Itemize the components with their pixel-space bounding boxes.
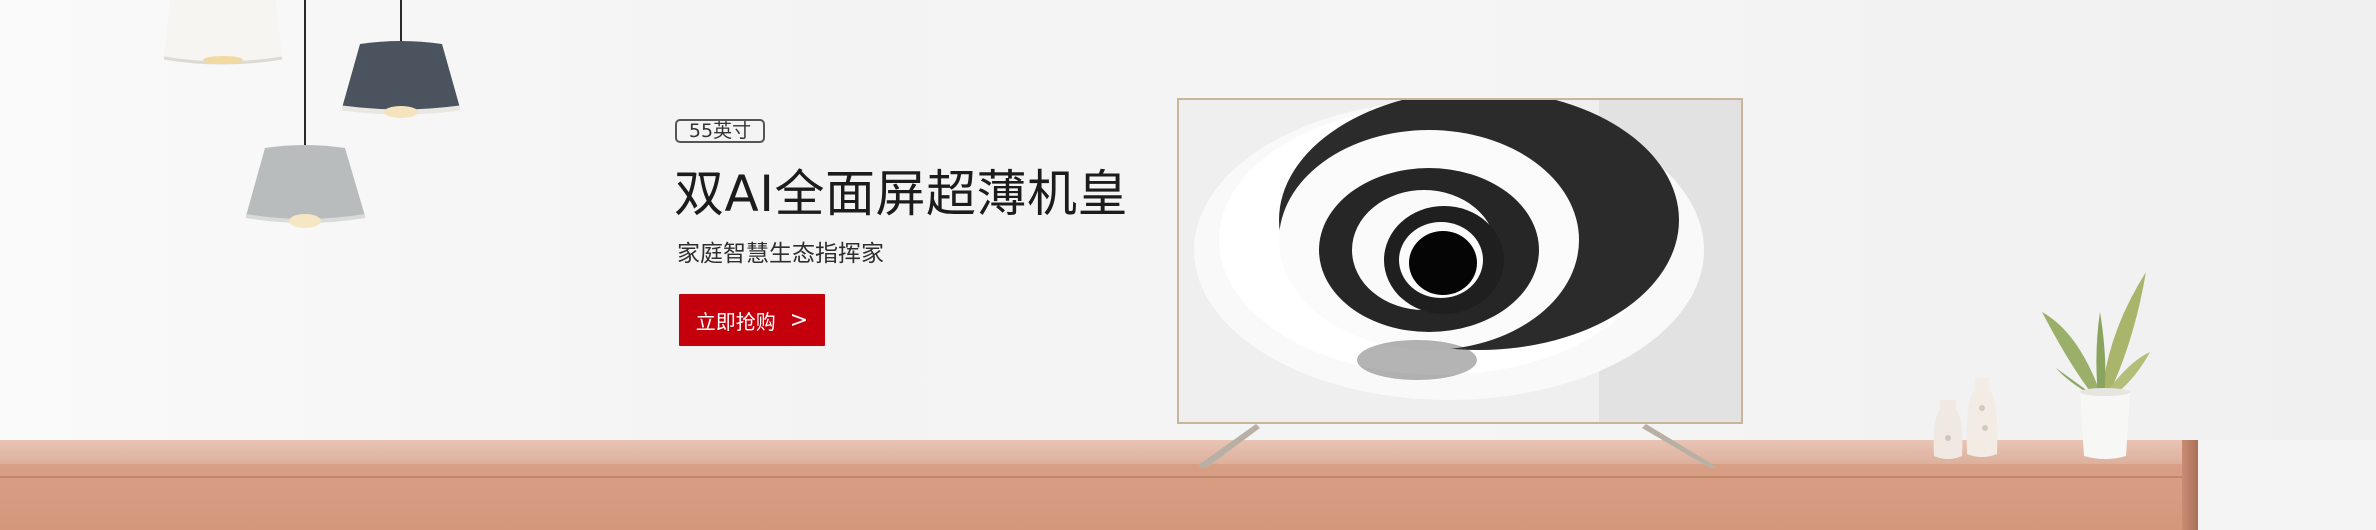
tv-stand-left <box>1198 424 1260 468</box>
tv-screen-image <box>1179 100 1741 422</box>
sideboard-seam <box>0 476 2198 478</box>
vase-tall <box>1966 378 1998 457</box>
lamp-cord <box>400 0 402 42</box>
sideboard-edge <box>2182 440 2198 530</box>
potted-plant <box>2042 272 2150 459</box>
buy-now-label: 立即抢购 <box>695 309 776 334</box>
sideboard-front <box>0 464 2198 530</box>
tv-frame <box>1177 98 1743 424</box>
tv-stand-right <box>1642 424 1718 468</box>
buy-now-button[interactable]: 立即抢购 > <box>679 294 825 346</box>
promo-headline: 双AI全面屏超薄机皇 <box>674 165 1128 223</box>
vase-small <box>1933 400 1963 459</box>
promo-subheadline: 家庭智慧生态指挥家 <box>677 241 884 267</box>
screen-size-badge: 55英寸 <box>675 119 765 143</box>
pendant-lamp-gray <box>245 145 366 228</box>
pendant-lamp-white <box>163 0 283 65</box>
sideboard-top <box>0 440 2198 464</box>
pendant-lamp-dark <box>341 41 461 118</box>
lamp-cord <box>304 0 306 145</box>
chevron-right-icon: > <box>789 307 809 333</box>
